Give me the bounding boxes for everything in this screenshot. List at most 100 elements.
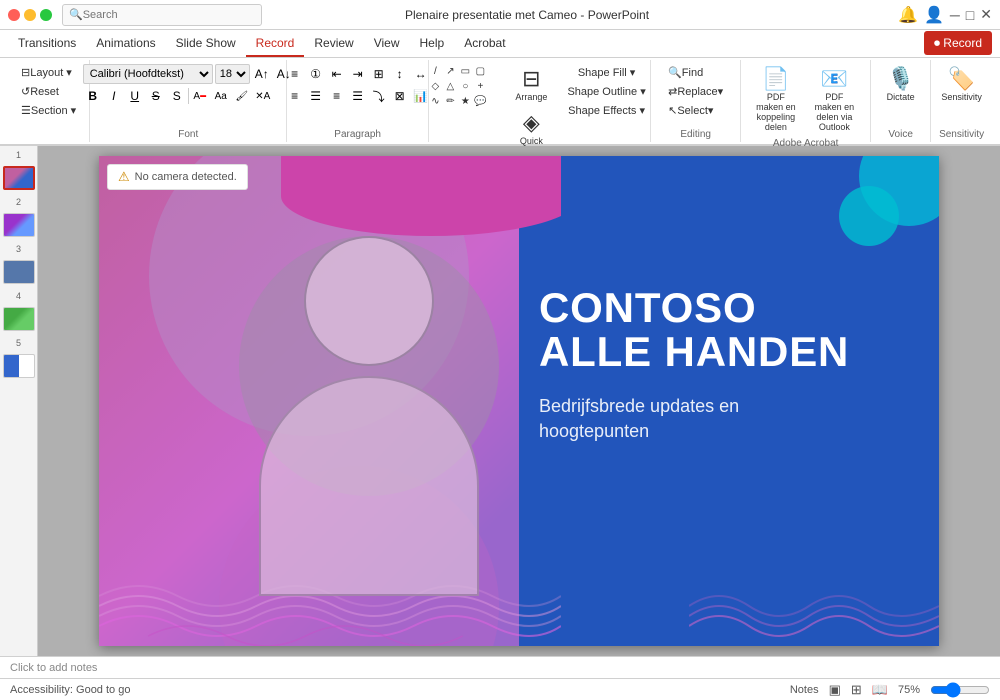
star-shape[interactable]: ★	[458, 94, 472, 108]
justify-button[interactable]: ☰	[348, 86, 368, 106]
tab-slideshow[interactable]: Slide Show	[166, 32, 246, 57]
font-size-select[interactable]: 18	[215, 64, 250, 84]
align-text-button[interactable]: ⊠	[390, 86, 410, 106]
share-icon[interactable]: 🔔	[898, 5, 918, 25]
slide-thumbnail-5[interactable]	[3, 354, 35, 378]
tab-review[interactable]: Review	[304, 32, 363, 57]
normal-view-button[interactable]: ▣	[829, 682, 841, 698]
person-head	[304, 236, 434, 366]
ribbon-group-voice: 🎙️ Dictate Voice	[871, 60, 931, 142]
diamond-shape[interactable]: ◇	[428, 79, 442, 93]
window-controls[interactable]	[8, 9, 52, 21]
search-box[interactable]: 🔍	[62, 4, 262, 26]
align-center-button[interactable]: ☰	[306, 86, 326, 106]
strikethrough-button[interactable]: S	[146, 86, 166, 106]
zoom-level[interactable]: 75%	[898, 684, 920, 696]
slide-thumbnail-3[interactable]	[3, 260, 35, 284]
shapes-palette: / ↗ ▭ ▢ ◇ △ ○ + ∿ ✏ ★ 💬	[428, 64, 498, 108]
search-input[interactable]	[83, 9, 255, 21]
underline-button[interactable]: U	[125, 86, 145, 106]
section-button[interactable]: ☰ Section ▾	[16, 102, 81, 119]
slide[interactable]: ⚠ No camera detected.	[99, 156, 939, 646]
slide-thumbnail-2[interactable]	[3, 213, 35, 237]
sensitivity-icon: 🏷️	[948, 68, 975, 90]
window-title: Plenaire presentatie met Cameo - PowerPo…	[262, 8, 792, 22]
arrow-shape[interactable]: ↗	[443, 64, 457, 78]
text-direction-button[interactable]: ⤵	[369, 86, 389, 106]
layout-button[interactable]: ⊟ Layout ▾	[16, 64, 77, 81]
notes-bar[interactable]: Click to add notes	[0, 656, 1000, 678]
shape-effects-button[interactable]: Shape Effects ▾	[562, 102, 650, 119]
circle-shape[interactable]: ○	[458, 79, 472, 93]
col-button[interactable]: ⊞	[369, 64, 389, 84]
wavy-right-decoration	[689, 506, 939, 646]
notes-label[interactable]: Notes	[790, 684, 819, 696]
italic-button[interactable]: I	[104, 86, 124, 106]
tab-animations[interactable]: Animations	[86, 32, 165, 57]
clear-format-button[interactable]: ✕A	[253, 86, 273, 106]
bullets-button[interactable]: ≡	[285, 64, 305, 84]
notes-placeholder: Click to add notes	[10, 662, 97, 674]
pdf-maken-button[interactable]: 📄 PDF maken en koppeling delen	[749, 64, 802, 136]
person-body	[259, 376, 479, 596]
reading-view-button[interactable]: 📖	[872, 682, 888, 698]
font-grow-button[interactable]: A↑	[252, 64, 272, 84]
curve-shape[interactable]: ∿	[428, 94, 442, 108]
find-button[interactable]: 🔍 Find	[663, 64, 708, 81]
status-right: Notes ▣ ⊞ 📖 75%	[790, 682, 990, 698]
tab-acrobat[interactable]: Acrobat	[454, 32, 515, 57]
ribbon-group-paragraph: ≡ ① ⇤ ⇥ ⊞ ↕ ↔ ≡ ☰ ≡ ☰ ⤵ ⊠ 📊 Paragraph	[287, 60, 429, 142]
decrease-indent-button[interactable]: ⇤	[327, 64, 347, 84]
align-left-button[interactable]: ≡	[285, 86, 305, 106]
slide-thumbnail-4[interactable]	[3, 307, 35, 331]
minimize-icon[interactable]: ─	[950, 7, 960, 23]
dictate-button[interactable]: 🎙️ Dictate	[881, 64, 921, 106]
corner-circle-top-decoration	[839, 186, 899, 246]
shape-outline-button[interactable]: Shape Outline ▾	[562, 83, 650, 100]
highlight-button[interactable]: 🖌	[232, 86, 252, 106]
slide-title-line1: CONTOSO	[539, 286, 919, 330]
line-spacing-button[interactable]: ↕	[390, 64, 410, 84]
arrange-button[interactable]: ⊟ Arrange	[504, 64, 558, 106]
shape-fill-button[interactable]: Shape Fill ▾	[562, 64, 650, 81]
freeform-shape[interactable]: ✏	[443, 94, 457, 108]
zoom-slider[interactable]	[930, 682, 990, 698]
slide-sorter-button[interactable]: ⊞	[851, 682, 862, 698]
font-color-button[interactable]: A▬	[190, 86, 210, 106]
font-family-select[interactable]: Calibri (Hoofdtekst)	[83, 64, 213, 84]
increase-indent-button[interactable]: ⇥	[348, 64, 368, 84]
replace-button[interactable]: ⇄ Replace ▾	[663, 83, 728, 100]
more-shapes[interactable]: +	[473, 79, 487, 93]
tab-view[interactable]: View	[364, 32, 410, 57]
callout-shape[interactable]: 💬	[473, 94, 487, 108]
rect-shape[interactable]: ▭	[458, 64, 472, 78]
font-case-button[interactable]: Aa	[211, 86, 231, 106]
microphone-icon: 🎙️	[887, 68, 914, 90]
restore-icon[interactable]: □	[966, 7, 974, 23]
numbering-button[interactable]: ①	[306, 64, 326, 84]
slide-thumbnail-1[interactable]	[3, 166, 35, 190]
line-shape[interactable]: /	[428, 64, 442, 78]
maximize-button[interactable]	[40, 9, 52, 21]
tab-record[interactable]: Record	[246, 32, 305, 57]
sensitivity-button[interactable]: 🏷️ Sensitivity	[935, 64, 988, 106]
close-button[interactable]	[8, 9, 20, 21]
rounded-rect-shape[interactable]: ▢	[473, 64, 487, 78]
pdf-delen-button[interactable]: 📧 PDF maken en delen via Outlook	[807, 64, 863, 136]
select-button[interactable]: ↖ Select ▾	[663, 102, 718, 119]
align-right-button[interactable]: ≡	[327, 86, 347, 106]
help-icon[interactable]: 👤	[924, 5, 944, 25]
canvas-area[interactable]: ⚠ No camera detected.	[38, 146, 1000, 656]
tab-help[interactable]: Help	[410, 32, 455, 57]
reset-button[interactable]: ↺ Reset	[16, 83, 64, 100]
ribbon-tabs: Transitions Animations Slide Show Record…	[0, 30, 1000, 58]
person-silhouette	[219, 236, 519, 636]
record-button[interactable]: ⏺ Record	[924, 31, 992, 55]
close-icon[interactable]: ✕	[980, 6, 992, 23]
shadow-button[interactable]: S	[167, 86, 187, 106]
arrange-icon: ⊟	[522, 68, 540, 90]
triangle-shape[interactable]: △	[443, 79, 457, 93]
bold-button[interactable]: B	[83, 86, 103, 106]
tab-transitions[interactable]: Transitions	[8, 32, 86, 57]
minimize-button[interactable]	[24, 9, 36, 21]
